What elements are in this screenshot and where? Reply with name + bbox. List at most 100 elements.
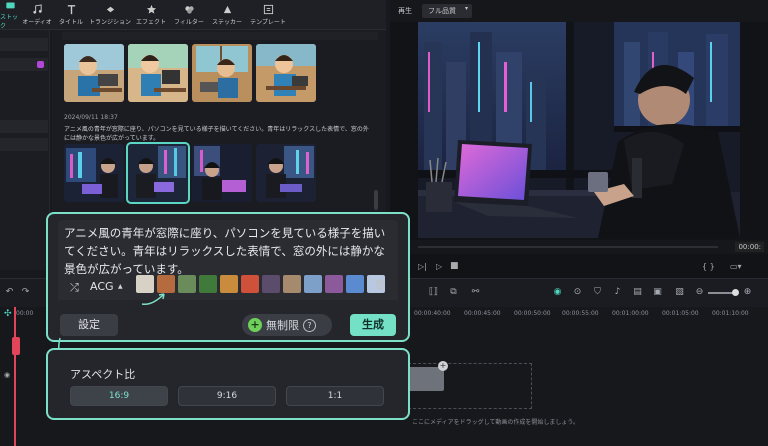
play-icon[interactable]: ▷: [436, 262, 442, 271]
transition-icon: [106, 6, 114, 13]
folder-icon: [5, 2, 15, 9]
quality-dropdown[interactable]: フル品質 ▾: [422, 4, 472, 18]
zoom-out-icon[interactable]: ⊖: [694, 287, 705, 298]
tab-audio[interactable]: オーディオ: [20, 0, 54, 30]
tab-effects[interactable]: エフェクト: [132, 0, 170, 30]
ruler-tick: 00:00:45:00: [464, 310, 501, 317]
style-preset[interactable]: [262, 275, 280, 293]
media-toolbar: ストック オーディオ タイトル トランジション エフェクト フィルター ステッカ…: [0, 0, 386, 30]
aspect-ratio-panel: アスペクト比 16:9 9:16 1:1: [46, 348, 410, 420]
redo-icon[interactable]: ↷: [20, 287, 31, 298]
style-preset[interactable]: [283, 275, 301, 293]
tab-stock[interactable]: ストック: [0, 0, 20, 30]
ruler-tick: 00:01:10:00: [712, 310, 749, 317]
shuffle-icon[interactable]: ⤮: [70, 281, 79, 295]
record-icon[interactable]: ◉: [552, 287, 563, 298]
step-forward-icon[interactable]: ▷|: [418, 262, 427, 271]
badge-icon: [37, 61, 44, 68]
group-icon[interactable]: ⧉: [448, 287, 459, 298]
media-thumbnail[interactable]: [256, 44, 316, 102]
media-thumbnail[interactable]: [64, 44, 124, 102]
unlimited-label: 無制限: [266, 319, 299, 332]
visibility-icon[interactable]: ◉: [4, 371, 10, 379]
progress-track[interactable]: 00:00:: [390, 240, 768, 254]
unlimited-button[interactable]: + 無制限 ?: [242, 314, 332, 336]
caption-icon[interactable]: ▣: [652, 287, 663, 298]
undo-icon[interactable]: ↶: [4, 287, 15, 298]
zoom-in-icon[interactable]: ⊕: [742, 287, 753, 298]
tab-filter[interactable]: フィルター: [170, 0, 208, 30]
progress-bar: [418, 246, 718, 248]
music-icon: [32, 4, 42, 14]
link-icon[interactable]: ⚯: [470, 287, 481, 298]
prompt-text[interactable]: アニメ風の青年が窓際に座り、パソコンを見ている様子を描いてください。青年はリラッ…: [64, 224, 396, 278]
tab-label: テンプレート: [250, 19, 286, 26]
aspect-option-16-9[interactable]: 16:9: [70, 386, 168, 406]
preview-panel: 再生 フル品質 ▾ 00:00: ▷| ▷ ■ {} ▭▾: [390, 0, 768, 278]
display-icon[interactable]: ▭▾: [730, 262, 742, 271]
tab-label: ストック: [0, 14, 19, 30]
ruler-tick: 00:00:40:00: [414, 310, 451, 317]
timeline-hint: ここにメディアをドラッグして動画の作成を開始しましょう。: [412, 419, 580, 426]
style-preset[interactable]: [199, 275, 217, 293]
style-preset[interactable]: [346, 275, 364, 293]
playhead[interactable]: [14, 307, 16, 446]
scrollbar[interactable]: [374, 190, 378, 210]
image-icon[interactable]: ▧: [674, 287, 685, 298]
style-preset[interactable]: [178, 275, 196, 293]
media-thumbnail[interactable]: [192, 144, 252, 202]
trash-icon[interactable]: 🗑: [374, 280, 387, 291]
tab-label: エフェクト: [135, 19, 166, 26]
style-preset[interactable]: [325, 275, 343, 293]
settings-button[interactable]: 設定: [60, 314, 118, 336]
sidebar-item[interactable]: [0, 38, 48, 51]
aspect-option-1-1[interactable]: 1:1: [286, 386, 384, 406]
aspect-option-9-16[interactable]: 9:16: [178, 386, 276, 406]
style-preset[interactable]: [241, 275, 259, 293]
left-sidebar: [0, 30, 50, 270]
shield-icon[interactable]: ⛉: [592, 287, 603, 298]
aspect-option-label: 9:16: [216, 391, 238, 401]
style-name[interactable]: ACG: [90, 280, 114, 293]
ruler-tick: 00:00:55:00: [562, 310, 599, 317]
preview-controls: ▷| ▷ ■ { } ▭▾: [390, 256, 768, 278]
play-label: 再生: [398, 7, 412, 15]
bracket-icon[interactable]: { }: [702, 262, 715, 271]
layers-icon[interactable]: ▤: [632, 287, 643, 298]
stop-icon[interactable]: ■: [450, 261, 459, 271]
play-circle-icon[interactable]: ⊙: [572, 287, 583, 298]
help-icon[interactable]: ?: [303, 318, 316, 332]
media-description: アニメ風の青年が窓際に座り、パソコンを見ている様子を描いてください。青年はリラッ…: [64, 126, 369, 142]
media-thumbnail[interactable]: [256, 144, 316, 202]
tab-sticker[interactable]: ステッカー: [208, 0, 246, 30]
snap-icon[interactable]: ✣: [4, 309, 14, 319]
sidebar-item[interactable]: [0, 138, 48, 151]
style-preset[interactable]: [304, 275, 322, 293]
add-icon[interactable]: +: [438, 361, 448, 371]
template-icon: [263, 4, 273, 15]
sidebar-item[interactable]: [0, 120, 48, 133]
tab-label: フィルター: [174, 19, 204, 26]
media-thumbnail[interactable]: [128, 44, 188, 102]
zoom-slider[interactable]: [708, 289, 739, 296]
effects-icon: [146, 4, 156, 14]
generate-label: 生成: [362, 318, 384, 331]
playhead-handle[interactable]: [12, 337, 20, 355]
style-preset[interactable]: [220, 275, 238, 293]
sidebar-item[interactable]: [0, 58, 48, 71]
zoom-handle[interactable]: [732, 289, 739, 296]
media-thumbnail[interactable]: [192, 44, 252, 102]
generate-button[interactable]: 生成: [350, 314, 396, 336]
mic-icon[interactable]: ♪: [612, 287, 623, 298]
tab-title[interactable]: タイトル: [54, 0, 88, 30]
caret-up-icon[interactable]: ▲: [118, 283, 123, 290]
tab-template[interactable]: テンプレート: [246, 0, 290, 30]
media-thumbnail[interactable]: [64, 144, 124, 202]
crop-icon[interactable]: ⟦⟧: [428, 287, 439, 298]
tab-transition[interactable]: トランジション: [88, 0, 132, 30]
media-header: [62, 32, 378, 40]
aspect-option-label: 16:9: [108, 391, 130, 401]
settings-label: 設定: [78, 318, 100, 331]
media-thumbnail-selected[interactable]: [126, 142, 190, 204]
tab-label: タイトル: [58, 19, 83, 26]
